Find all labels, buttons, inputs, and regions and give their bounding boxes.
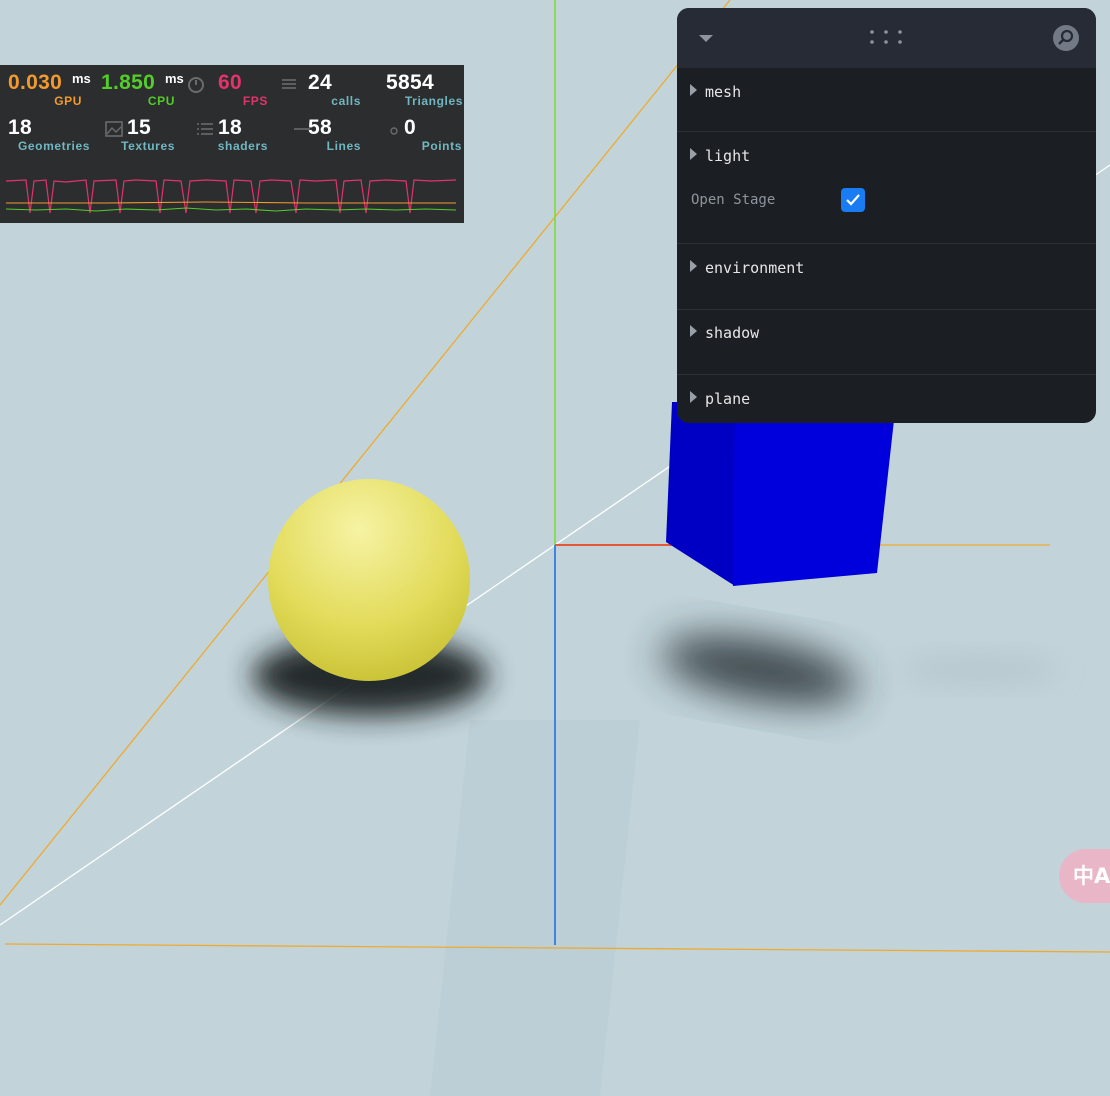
folder-light-label: light [705,147,751,165]
soft-shadow-right [900,656,1060,684]
stat-calls-value: 24 [308,71,332,94]
draw-calls-icon [282,79,296,89]
translate-icon: 中A [1073,864,1110,888]
stat-triangles-value: 5854 [386,71,434,94]
stat-textures: 15 Textures [93,110,185,156]
stat-shaders: 18 shaders [186,110,278,156]
panel-header [677,8,1096,68]
stat-cpu-value: 1.850 [101,71,156,94]
stat-calls: 24 calls [279,65,371,111]
stat-geometries-value: 18 [8,116,32,139]
cube-mesh [733,402,896,586]
stats-panel: 0.030 ms GPU 1.850 ms CPU 60 FPS 24 call… [0,65,464,223]
folder-plane-title[interactable]: plane [690,390,750,410]
stat-gpu-label: GPU [54,94,82,108]
caret-right-icon [690,260,697,272]
check-icon [846,194,860,206]
stat-points-label: Points [421,139,462,153]
drag-handle-icon[interactable] [869,29,903,45]
folder-environment-title[interactable]: environment [690,259,804,279]
caret-right-icon [690,391,697,403]
folder-plane: plane [677,375,1096,423]
folder-environment: environment [677,244,1096,310]
stat-points-value: 0 [404,116,416,139]
sphere-mesh [268,479,470,681]
stat-fps-label: FPS [242,94,268,108]
stat-lines-value: 58 [308,116,332,139]
stat-textures-value: 15 [127,116,151,139]
stat-cpu-unit: ms [165,71,184,86]
folder-shadow: shadow [677,310,1096,375]
open-stage-checkbox[interactable] [841,188,865,212]
folder-light: light Open Stage [677,132,1096,244]
stat-shaders-label: shaders [217,139,268,153]
stat-lines-label: Lines [326,139,361,153]
open-stage-label: Open Stage [691,192,776,208]
stat-calls-label: calls [331,94,361,108]
fps-graph-line [6,179,456,214]
stat-fps: 60 FPS [186,65,278,111]
stat-geometries: 18 Geometries [0,110,92,156]
stat-shaders-value: 18 [218,116,242,139]
stat-fps-value: 60 [218,71,242,94]
folder-environment-label: environment [705,259,805,277]
open-stage-row: Open Stage [691,187,1091,213]
collapse-chevron-icon[interactable] [697,31,715,45]
folder-shadow-title[interactable]: shadow [690,324,759,344]
image-icon [105,121,123,137]
stat-textures-label: Textures [121,139,175,153]
performance-graph [6,179,456,214]
folder-mesh: mesh [677,68,1096,132]
stat-points: 0 Points [372,110,464,156]
translate-button[interactable]: 中A [1059,849,1110,903]
stat-gpu-value: 0.030 [8,71,63,94]
caret-right-icon [690,325,697,337]
folder-light-title[interactable]: light [690,147,750,167]
folder-plane-label: plane [705,390,751,408]
stat-triangles: 5854 Triangles [372,65,464,111]
caret-right-icon [690,84,697,96]
stat-gpu: 0.030 ms GPU [0,65,92,111]
search-icon[interactable] [1052,24,1080,52]
stat-cpu-label: CPU [147,94,175,108]
controls-panel: mesh light Open Stage environment shadow… [677,8,1096,423]
stat-gpu-unit: ms [72,71,91,86]
stopwatch-icon [188,77,204,93]
folder-shadow-label: shadow [705,324,760,342]
stat-lines: 58 Lines [279,110,371,156]
caret-right-icon [690,148,697,160]
list-icon [197,123,213,135]
stat-geometries-label: Geometries [17,139,90,153]
stat-triangles-label: Triangles [404,94,463,108]
stat-cpu: 1.850 ms CPU [93,65,185,111]
folder-mesh-title[interactable]: mesh [690,83,741,103]
folder-mesh-label: mesh [705,83,742,101]
